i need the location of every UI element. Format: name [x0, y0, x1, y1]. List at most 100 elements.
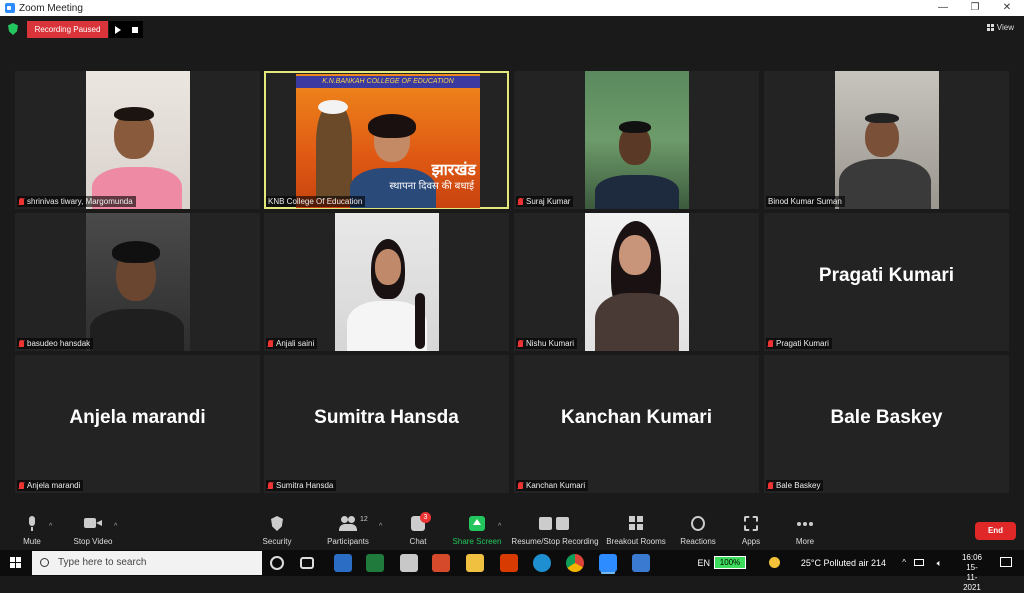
- shared-banner-image: K.N.BANKAH COLLEGE OF EDUCATION झारखंड स…: [296, 74, 480, 208]
- microphone-icon: [28, 516, 36, 531]
- view-button[interactable]: View: [986, 23, 1014, 32]
- participant-name-tag: Anjali saini: [266, 338, 318, 349]
- chat-unread-badge: 3: [420, 512, 431, 523]
- mic-muted-icon: [19, 340, 24, 347]
- audio-options-caret[interactable]: ^: [49, 523, 52, 530]
- share-options-caret[interactable]: ^: [498, 523, 501, 530]
- participant-tile[interactable]: Kanchan Kumari Kanchan Kumari: [514, 355, 759, 493]
- mic-muted-icon: [518, 482, 523, 489]
- breakout-rooms-icon: [629, 516, 643, 531]
- participant-tile[interactable]: basudeo hansdak: [15, 213, 260, 351]
- mic-muted-icon: [268, 340, 273, 347]
- participant-tile[interactable]: Pragati Kumari Pragati Kumari: [764, 213, 1009, 351]
- participant-name-tag: Sumitra Hansda: [266, 480, 337, 491]
- zoom-app-icon: [5, 3, 15, 13]
- mic-muted-icon: [768, 340, 773, 347]
- file-explorer-icon[interactable]: [466, 554, 484, 572]
- participant-display-name: Kanchan Kumari: [561, 407, 712, 428]
- participant-display-name: Pragati Kumari: [818, 265, 955, 286]
- task-view-icon[interactable]: [300, 557, 314, 569]
- battery-indicator[interactable]: 100%: [714, 556, 746, 569]
- app-icon[interactable]: [334, 554, 352, 572]
- participant-tile[interactable]: Binod Kumar Suman: [764, 71, 1009, 209]
- close-button[interactable]: ✕: [990, 0, 1024, 16]
- search-icon: [40, 558, 49, 567]
- chat-bubble-icon: 3: [411, 512, 431, 531]
- mic-muted-icon: [19, 198, 24, 205]
- mute-button[interactable]: Mute: [20, 516, 44, 546]
- weather-sun-icon: [769, 557, 780, 568]
- participant-name-tag: Pragati Kumari: [766, 338, 832, 349]
- maximize-button[interactable]: ❐: [958, 0, 992, 16]
- participant-name-tag: Anjela marandi: [17, 480, 84, 491]
- video-options-caret[interactable]: ^: [114, 523, 117, 530]
- participant-name-tag: KNB College Of Education: [266, 196, 366, 207]
- cortana-icon[interactable]: [270, 556, 284, 570]
- participant-tile[interactable]: Sumitra Hansda Sumitra Hansda: [264, 355, 509, 493]
- participant-tile-active-speaker[interactable]: K.N.BANKAH COLLEGE OF EDUCATION झारखंड स…: [264, 71, 509, 209]
- participants-button[interactable]: 12 Participants: [323, 516, 373, 546]
- video-gallery: shrinivas tiwary, Margomunda K.N.BANKAH …: [0, 44, 1024, 510]
- minimize-button[interactable]: —: [926, 0, 960, 16]
- zoom-taskbar-icon[interactable]: [599, 554, 617, 572]
- weather-text[interactable]: 25°C Polluted air 214: [801, 558, 886, 568]
- participant-tile[interactable]: Suraj Kumar: [514, 71, 759, 209]
- share-screen-button[interactable]: Share Screen: [450, 516, 504, 546]
- participant-video: [335, 213, 439, 351]
- notifications-icon[interactable]: [1000, 557, 1012, 567]
- clock-date: 15-11-2021: [963, 563, 981, 592]
- participant-video: [86, 213, 190, 351]
- security-button[interactable]: Security: [260, 516, 294, 546]
- recording-controls: [109, 21, 143, 38]
- more-button[interactable]: More: [793, 516, 817, 546]
- system-clock[interactable]: 16:06 15-11-2021: [962, 553, 982, 593]
- chrome-browser-icon[interactable]: [566, 554, 584, 572]
- window-titlebar: Zoom Meeting — ❐ ✕: [0, 0, 1024, 16]
- volume-icon[interactable]: 🔈︎: [937, 558, 942, 569]
- view-label: View: [996, 23, 1014, 32]
- meeting-topbar: Recording Paused View: [0, 16, 1024, 44]
- participant-display-name: Anjela marandi: [69, 407, 206, 428]
- clock-time: 16:06: [961, 553, 982, 562]
- grid-view-icon: [986, 24, 994, 31]
- stop-video-button[interactable]: Stop Video: [70, 516, 116, 546]
- participant-tile[interactable]: Anjali saini: [264, 213, 509, 351]
- tray-chevron-icon[interactable]: ^: [902, 558, 906, 567]
- office-icon[interactable]: [500, 554, 518, 572]
- windows-start-icon[interactable]: [10, 557, 21, 568]
- participant-display-name: Bale Baskey: [830, 407, 943, 428]
- banner-hindi-subtext: स्थापना दिवस की बधाई: [389, 181, 474, 192]
- encryption-shield-icon[interactable]: [8, 23, 18, 35]
- windows-taskbar: Type here to search EN 100% 25°C Pollute…: [0, 550, 1024, 592]
- more-dots-icon: [796, 516, 814, 531]
- pdf-reader-icon[interactable]: [432, 554, 450, 572]
- participant-video: [585, 71, 689, 209]
- stop-recording-icon[interactable]: [131, 26, 138, 33]
- participants-options-caret[interactable]: ^: [379, 523, 382, 530]
- reactions-button[interactable]: Reactions: [680, 516, 716, 546]
- apps-button[interactable]: Apps: [740, 516, 762, 546]
- language-indicator[interactable]: EN: [697, 558, 710, 568]
- mic-muted-icon: [268, 482, 273, 489]
- participant-tile[interactable]: Bale Baskey Bale Baskey: [764, 355, 1009, 493]
- chat-button[interactable]: 3 Chat: [405, 512, 431, 546]
- resume-recording-icon[interactable]: [114, 25, 121, 34]
- participants-icon: 12: [339, 516, 368, 531]
- video-camera-icon: [84, 516, 102, 531]
- wifi-icon[interactable]: [914, 559, 924, 566]
- participant-tile[interactable]: shrinivas tiwary, Margomunda: [15, 71, 260, 209]
- meeting-toolbar: Mute ^ Stop Video ^ Security 12 Particip…: [0, 510, 1024, 550]
- app-icon[interactable]: [400, 554, 418, 572]
- taskbar-search-input[interactable]: Type here to search: [32, 551, 262, 575]
- breakout-rooms-button[interactable]: Breakout Rooms: [606, 516, 666, 546]
- mic-muted-icon: [518, 198, 523, 205]
- participant-name-tag: basudeo hansdak: [17, 338, 94, 349]
- recording-button[interactable]: Resume/Stop Recording: [510, 516, 600, 546]
- participant-name-tag: Binod Kumar Suman: [766, 196, 845, 207]
- excel-icon[interactable]: [366, 554, 384, 572]
- end-meeting-button[interactable]: End: [975, 522, 1016, 540]
- edge-browser-icon[interactable]: [533, 554, 551, 572]
- photos-icon[interactable]: [632, 554, 650, 572]
- participant-tile[interactable]: Anjela marandi Anjela marandi: [15, 355, 260, 493]
- participant-tile[interactable]: Nishu Kumari: [514, 213, 759, 351]
